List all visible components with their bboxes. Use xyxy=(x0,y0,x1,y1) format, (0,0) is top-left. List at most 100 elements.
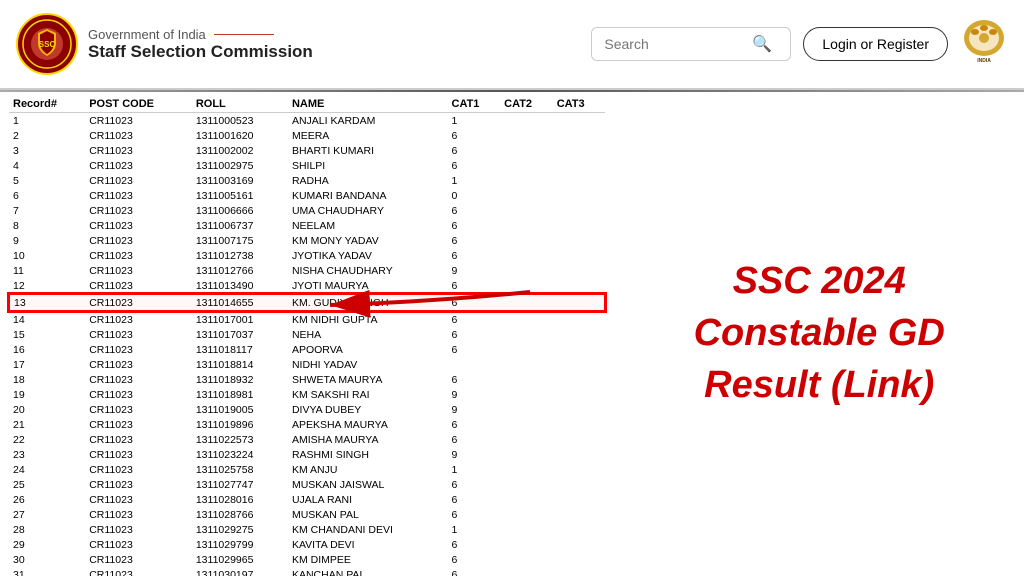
table-cell xyxy=(553,492,606,507)
col-cat2: CAT2 xyxy=(500,96,553,113)
table-cell xyxy=(553,143,606,158)
table-cell xyxy=(500,311,553,327)
table-cell: KM SAKSHI RAI xyxy=(288,387,448,402)
table-cell: 9 xyxy=(448,263,501,278)
table-cell: CR11023 xyxy=(85,173,192,188)
table-cell: 1311022573 xyxy=(192,432,288,447)
table-cell: 6 xyxy=(448,372,501,387)
ssc-label: Staff Selection Commission xyxy=(88,42,313,62)
table-cell xyxy=(500,357,553,372)
table-cell: 1 xyxy=(448,113,501,129)
table-row: 12CR110231311013490JYOTI MAURYA6 xyxy=(9,278,605,294)
table-row: 4CR110231311002975SHILPI6 xyxy=(9,158,605,173)
col-name: NAME xyxy=(288,96,448,113)
table-row: 26CR110231311028016UJALA RANI6 xyxy=(9,492,605,507)
login-button[interactable]: Login or Register xyxy=(803,27,948,61)
table-cell xyxy=(553,128,606,143)
table-cell xyxy=(553,327,606,342)
table-cell: 21 xyxy=(9,417,85,432)
table-cell: NIDHI YADAV xyxy=(288,357,448,372)
table-row: 16CR110231311018117APOORVA6 xyxy=(9,342,605,357)
table-cell xyxy=(500,477,553,492)
table-cell xyxy=(500,417,553,432)
table-row: 11CR110231311012766NISHA CHAUDHARY9 xyxy=(9,263,605,278)
table-cell: CR11023 xyxy=(85,507,192,522)
table-cell: CR11023 xyxy=(85,417,192,432)
table-cell: 1311006666 xyxy=(192,203,288,218)
table-cell xyxy=(500,537,553,552)
table-row: 31CR110231311030197KANCHAN PAL6 xyxy=(9,567,605,576)
table-cell xyxy=(553,567,606,576)
table-cell xyxy=(553,432,606,447)
table-cell xyxy=(500,447,553,462)
org-title: Government of India Staff Selection Comm… xyxy=(88,27,313,62)
table-cell: 16 xyxy=(9,342,85,357)
search-box[interactable]: 🔍 xyxy=(591,27,791,61)
table-cell xyxy=(553,311,606,327)
table-cell xyxy=(500,567,553,576)
constable-gd-heading: Constable GD xyxy=(694,313,945,355)
table-cell: CR11023 xyxy=(85,263,192,278)
table-cell: CR11023 xyxy=(85,203,192,218)
table-row: 19CR110231311018981KM SAKSHI RAI9 xyxy=(9,387,605,402)
table-row: 25CR110231311027747MUSKAN JAISWAL6 xyxy=(9,477,605,492)
table-cell: 25 xyxy=(9,477,85,492)
table-cell: SHWETA MAURYA xyxy=(288,372,448,387)
table-cell xyxy=(553,342,606,357)
table-cell: 1 xyxy=(448,173,501,188)
table-row: 27CR110231311028766MUSKAN PAL6 xyxy=(9,507,605,522)
table-cell xyxy=(553,263,606,278)
table-cell: APEKSHA MAURYA xyxy=(288,417,448,432)
table-cell: CR11023 xyxy=(85,143,192,158)
table-cell: KANCHAN PAL xyxy=(288,567,448,576)
table-cell xyxy=(553,113,606,129)
table-cell: MUSKAN JAISWAL xyxy=(288,477,448,492)
table-cell: NEELAM xyxy=(288,218,448,233)
table-cell: 10 xyxy=(9,248,85,263)
table-cell: NEHA xyxy=(288,327,448,342)
table-cell: UJALA RANI xyxy=(288,492,448,507)
table-cell: UMA CHAUDHARY xyxy=(288,203,448,218)
search-input[interactable] xyxy=(604,36,744,52)
table-cell: 6 xyxy=(448,158,501,173)
table-cell: 1311014655 xyxy=(192,294,288,311)
table-cell: SHILPI xyxy=(288,158,448,173)
table-cell: CR11023 xyxy=(85,233,192,248)
right-panel: SSC 2024 Constable GD Result (Link) xyxy=(614,92,1024,576)
table-cell: KM. GUDIYA SINGH xyxy=(288,294,448,311)
table-cell: 0 xyxy=(448,188,501,203)
table-cell: 6 xyxy=(448,203,501,218)
table-cell: KUMARI BANDANA xyxy=(288,188,448,203)
table-cell: CR11023 xyxy=(85,552,192,567)
table-cell: 22 xyxy=(9,432,85,447)
ashoka-emblem-icon: INDIA xyxy=(960,18,1008,70)
table-cell xyxy=(553,218,606,233)
table-cell xyxy=(553,477,606,492)
table-row: 6CR110231311005161KUMARI BANDANA0 xyxy=(9,188,605,203)
table-cell xyxy=(500,158,553,173)
table-cell: 14 xyxy=(9,311,85,327)
table-cell: 6 xyxy=(448,552,501,567)
table-cell: 1311030197 xyxy=(192,567,288,576)
gov-label: Government of India xyxy=(88,27,313,42)
result-link-heading: Result (Link) xyxy=(704,365,934,407)
table-cell: CR11023 xyxy=(85,158,192,173)
table-row: 8CR110231311006737NEELAM6 xyxy=(9,218,605,233)
table-row: 2CR110231311001620MEERA6 xyxy=(9,128,605,143)
table-cell: 6 xyxy=(448,294,501,311)
table-cell xyxy=(553,537,606,552)
table-cell: 6 xyxy=(448,233,501,248)
table-cell: 6 xyxy=(448,311,501,327)
table-cell: KM DIMPEE xyxy=(288,552,448,567)
table-cell xyxy=(500,342,553,357)
table-cell: 1311002975 xyxy=(192,158,288,173)
table-cell xyxy=(500,188,553,203)
table-cell: 1311018117 xyxy=(192,342,288,357)
table-cell: 1311025758 xyxy=(192,462,288,477)
col-roll: ROLL xyxy=(192,96,288,113)
table-cell xyxy=(500,387,553,402)
table-cell: 12 xyxy=(9,278,85,294)
table-cell: 29 xyxy=(9,537,85,552)
table-cell xyxy=(500,128,553,143)
table-cell xyxy=(553,294,606,311)
